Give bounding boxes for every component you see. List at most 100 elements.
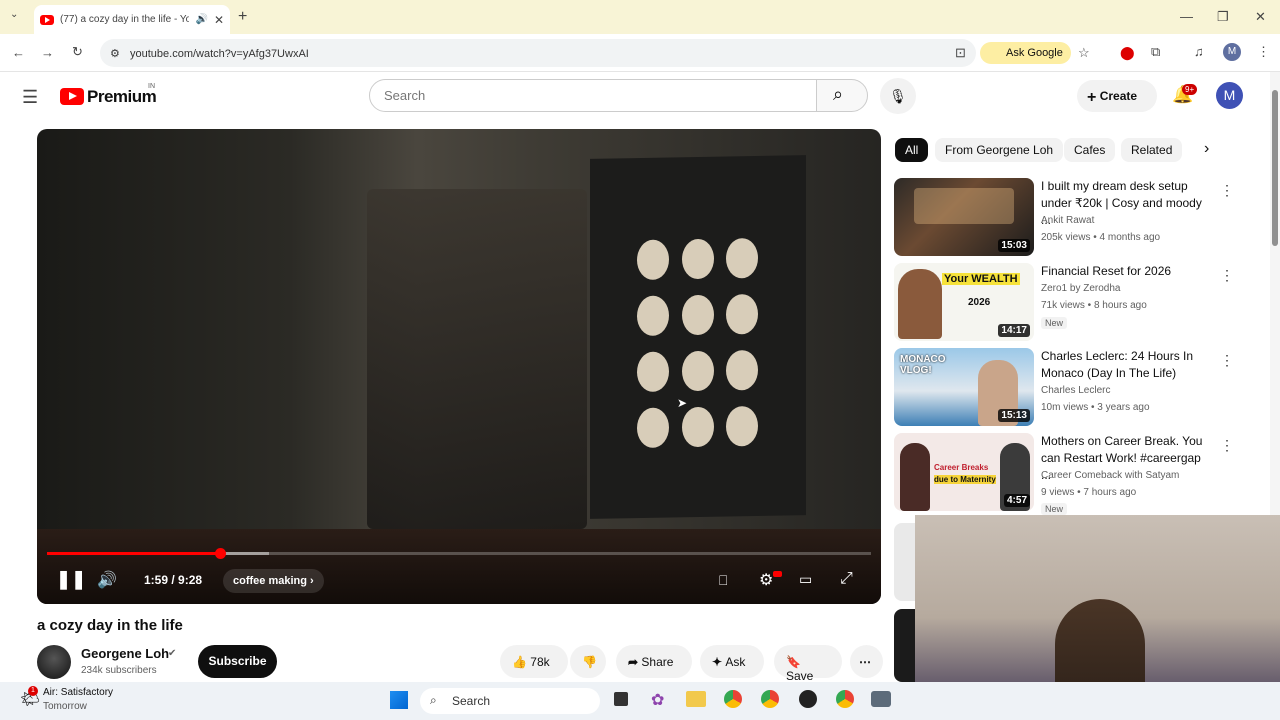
share-button[interactable]: ➦ Share	[616, 645, 692, 678]
scrollbar-thumb[interactable]	[1272, 90, 1278, 246]
pause-icon[interactable]: ❚❚	[56, 569, 86, 590]
chip-from-channel[interactable]: From Georgene Loh	[935, 138, 1064, 162]
more-actions-button[interactable]: ⋯	[850, 645, 883, 678]
tab-close-icon[interactable]: ✕	[214, 13, 224, 27]
theater-mode-icon[interactable]: ▭	[799, 571, 812, 588]
new-badge: New	[1041, 503, 1068, 515]
channel-avatar[interactable]	[37, 645, 71, 679]
fullscreen-icon[interactable]: ⤢	[840, 570, 853, 588]
back-icon[interactable]: ←	[12, 46, 25, 59]
youtube-favicon-icon	[40, 14, 54, 25]
video-duration: 15:03	[998, 239, 1030, 252]
extension-red-icon[interactable]: ⬤	[1120, 46, 1135, 59]
chrome-profile-icon[interactable]	[761, 690, 779, 708]
save-button[interactable]: 🔖 Save	[774, 645, 842, 683]
more-vert-icon[interactable]: ⋮	[1220, 352, 1234, 369]
new-tab-icon[interactable]: +	[238, 9, 247, 25]
more-vert-icon[interactable]: ⋮	[1220, 267, 1234, 284]
bookmark-icon: 🔖	[786, 655, 801, 669]
hamburger-menu-icon[interactable]: ☰	[22, 88, 38, 106]
recommendation-thumbnail-partial[interactable]	[894, 523, 915, 601]
subtitles-icon[interactable]: ⎕	[719, 572, 727, 589]
more-vert-icon[interactable]: ⋮	[1220, 437, 1234, 454]
dislike-button[interactable]: 👎	[570, 645, 606, 678]
browser-tab[interactable]: (77) a cozy day in the life - YouTube 🔊 …	[34, 5, 230, 34]
scrubber-handle[interactable]	[215, 548, 227, 559]
ask-google-label: Ask Google	[1006, 47, 1063, 59]
tab-list-icon[interactable]: ⌄	[10, 10, 18, 20]
address-bar[interactable]: ⚙ youtube.com/watch?v=yAfg37UwxAI	[100, 39, 976, 67]
weather-text[interactable]: Air: Satisfactory	[43, 687, 113, 698]
recommendation-item[interactable]: MONACO VLOG! 15:13 Charles Leclerc: 24 H…	[894, 348, 1274, 428]
url-text: youtube.com/watch?v=yAfg37UwxAI	[130, 48, 309, 60]
panel-dot	[637, 239, 669, 281]
install-app-icon[interactable]: ⊡	[955, 46, 966, 59]
maximize-icon[interactable]: ❐	[1217, 10, 1229, 23]
tab-audio-icon[interactable]: 🔊	[195, 14, 207, 25]
channel-name[interactable]: Georgene Loh	[81, 646, 169, 661]
task-view-icon[interactable]	[614, 692, 628, 706]
extensions-icon[interactable]: ⧉	[1151, 45, 1160, 58]
search-button[interactable]: ⌕	[816, 79, 868, 112]
file-explorer-icon[interactable]	[686, 691, 706, 707]
taskbar-search[interactable]: ⌕ Search	[420, 688, 600, 714]
chapter-button[interactable]: coffee making ›	[223, 569, 324, 593]
chrome-icon[interactable]	[724, 690, 742, 708]
recommendation-title[interactable]: Charles Leclerc: 24 Hours In Monaco (Day…	[1041, 348, 1211, 382]
desk-lamp-glow	[914, 188, 1014, 224]
panel-dot	[682, 238, 714, 280]
browser-tab-strip: ⌄ (77) a cozy day in the life - YouTube …	[0, 0, 1280, 34]
chip-related[interactable]: Related	[1121, 138, 1183, 162]
progress-track[interactable]	[47, 548, 871, 559]
recommendation-channel[interactable]: Zero1 by Zerodha	[1041, 283, 1121, 294]
sparkle-icon: ✦	[712, 655, 723, 669]
more-vert-icon[interactable]: ⋮	[1220, 182, 1234, 199]
chrome-profile-icon-2[interactable]	[836, 690, 854, 708]
tab-title: (77) a cozy day in the life - YouTube	[60, 14, 190, 25]
recommendation-channel[interactable]: Charles Leclerc	[1041, 385, 1110, 396]
account-avatar[interactable]: M	[1216, 82, 1243, 109]
recommendation-thumbnail-partial[interactable]	[894, 609, 915, 682]
thumbnail-text-monaco: MONACO VLOG!	[900, 354, 946, 376]
volume-icon[interactable]: 🔊	[97, 570, 117, 590]
espresso-machine-panel	[590, 155, 806, 519]
video-thumbnail[interactable]: Career Breaks due to Maternity 4:57	[894, 433, 1034, 511]
create-button[interactable]: + Create	[1077, 80, 1157, 112]
recommendation-item[interactable]: Career Breaks due to Maternity 4:57 Moth…	[894, 433, 1274, 515]
voice-search-button[interactable]: 🎙	[880, 78, 916, 114]
camera-app-icon[interactable]	[871, 691, 891, 707]
minimize-icon[interactable]: —	[1180, 10, 1193, 23]
site-info-icon[interactable]: ⚙	[110, 47, 120, 60]
subscribe-button[interactable]: Subscribe	[198, 645, 277, 678]
browser-menu-icon[interactable]: ⋮	[1257, 45, 1270, 58]
settings-gear-icon[interactable]: ⚙	[759, 570, 773, 590]
video-thumbnail[interactable]: MONACO VLOG! 15:13	[894, 348, 1034, 426]
like-button[interactable]: 👍 78k	[500, 645, 568, 678]
video-thumbnail[interactable]: Your WEALTH 2026 14:17	[894, 263, 1034, 341]
video-thumbnail[interactable]: 15:03	[894, 178, 1034, 256]
windows-start-icon[interactable]	[390, 691, 408, 709]
recommendation-item[interactable]: 15:03 I built my dream desk setup under …	[894, 178, 1274, 258]
browser-profile-avatar[interactable]: M	[1223, 43, 1241, 61]
recommendation-channel[interactable]: Career Comeback with Satyam	[1041, 470, 1179, 481]
media-controls-icon[interactable]: ♫	[1194, 45, 1204, 58]
chip-all[interactable]: All	[895, 138, 929, 162]
youtube-logo-text[interactable]: Premium	[87, 87, 157, 107]
reload-icon[interactable]: ↻	[72, 45, 83, 58]
copilot-icon[interactable]: ✿	[651, 690, 664, 710]
chips-next-chevron-icon[interactable]: ›	[1204, 140, 1209, 158]
bookmark-star-icon[interactable]: ☆	[1078, 46, 1090, 59]
recommendation-title[interactable]: Financial Reset for 2026	[1041, 263, 1211, 280]
app-icon[interactable]	[799, 690, 817, 708]
youtube-logo-icon[interactable]	[60, 88, 84, 105]
chip-cafes[interactable]: Cafes	[1064, 138, 1116, 162]
search-input[interactable]: Search	[369, 79, 817, 112]
video-player[interactable]: ❚❚ 🔊 1:59 / 9:28 coffee making › ⎕ ⚙ ▭ ⤢	[37, 129, 881, 604]
forward-icon[interactable]: →	[41, 46, 54, 59]
panel-dot	[682, 294, 714, 336]
ask-button[interactable]: ✦ Ask	[700, 645, 764, 678]
recommendation-item[interactable]: Your WEALTH 2026 14:17 Financial Reset f…	[894, 263, 1274, 343]
recommendation-channel[interactable]: Ankit Rawat	[1041, 215, 1094, 226]
ask-google-button[interactable]: Ask Google	[980, 42, 1071, 64]
close-window-icon[interactable]: ✕	[1255, 10, 1266, 23]
